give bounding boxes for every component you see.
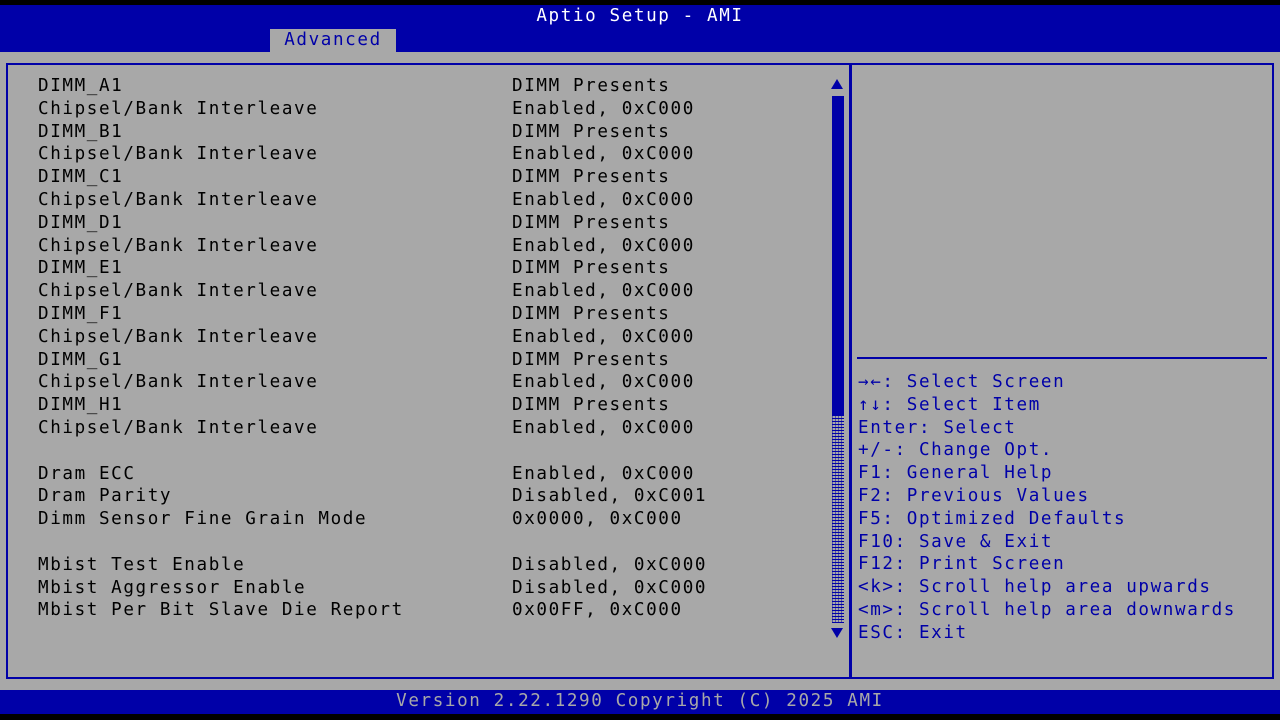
setting-row-dimm-e1[interactable]: DIMM_E1 DIMM Presents (38, 257, 828, 280)
setting-row-interleave-e1[interactable]: Chipsel/Bank Interleave Enabled, 0xC000 (38, 280, 828, 303)
help-list: →←: Select Screen ↑↓: Select Item Enter:… (858, 371, 1268, 645)
help-change-opt: +/-: Change Opt. (858, 440, 1054, 461)
setting-label: Chipsel/Bank Interleave (38, 235, 319, 256)
setting-label: Chipsel/Bank Interleave (38, 372, 319, 393)
setting-label: Dram Parity (38, 486, 173, 507)
setting-value: Enabled, 0xC000 (512, 281, 695, 302)
setting-label: Chipsel/Bank Interleave (38, 98, 319, 119)
setting-row-dram-parity[interactable]: Dram Parity Disabled, 0xC001 (38, 485, 828, 508)
setting-value: DIMM Presents (512, 167, 671, 188)
help-select-item: ↑↓: Select Item (858, 394, 1041, 415)
setting-row-interleave-c1[interactable]: Chipsel/Bank Interleave Enabled, 0xC000 (38, 189, 828, 212)
setting-label: Mbist Aggressor Enable (38, 577, 307, 598)
setting-label: DIMM_G1 (38, 349, 124, 370)
help-previous-values: F2: Previous Values (858, 485, 1090, 506)
help-scroll-down: <m>: Scroll help area downwards (858, 599, 1236, 620)
setting-row-interleave-g1[interactable]: Chipsel/Bank Interleave Enabled, 0xC000 (38, 371, 828, 394)
tab-advanced[interactable]: Advanced (270, 29, 396, 52)
help-divider (857, 357, 1267, 359)
setting-value: Enabled, 0xC000 (512, 326, 695, 347)
setting-value: DIMM Presents (512, 212, 671, 233)
setting-label: DIMM_B1 (38, 121, 124, 142)
setting-value: Disabled, 0xC000 (512, 554, 708, 575)
help-scroll-up: <k>: Scroll help area upwards (858, 577, 1212, 598)
arrow-down-icon[interactable] (831, 628, 843, 638)
setting-value: Enabled, 0xC000 (512, 98, 695, 119)
setting-label: DIMM_H1 (38, 395, 124, 416)
setting-value: Enabled, 0xC000 (512, 189, 695, 210)
setting-value: 0x00FF, 0xC000 (512, 600, 683, 621)
setting-row-dimm-sensor[interactable]: Dimm Sensor Fine Grain Mode 0x0000, 0xC0… (38, 508, 828, 531)
setting-row-mbist-aggressor[interactable]: Mbist Aggressor Enable Disabled, 0xC000 (38, 577, 828, 600)
setting-value: 0x0000, 0xC000 (512, 509, 683, 530)
setting-label: Chipsel/Bank Interleave (38, 189, 319, 210)
setting-value: Disabled, 0xC000 (512, 577, 708, 598)
setting-row-dram-ecc[interactable]: Dram ECC Enabled, 0xC000 (38, 463, 828, 486)
setting-value: Enabled, 0xC000 (512, 417, 695, 438)
setting-row-interleave-b1[interactable]: Chipsel/Bank Interleave Enabled, 0xC000 (38, 143, 828, 166)
help-save-exit: F10: Save & Exit (858, 531, 1054, 552)
setting-row-interleave-a1[interactable]: Chipsel/Bank Interleave Enabled, 0xC000 (38, 98, 828, 121)
setting-row-dimm-a1[interactable]: DIMM_A1 DIMM Presents (38, 75, 828, 98)
setting-value: DIMM Presents (512, 349, 671, 370)
help-select-screen: →←: Select Screen (858, 372, 1066, 392)
setting-row-mbist-test[interactable]: Mbist Test Enable Disabled, 0xC000 (38, 554, 828, 577)
setting-value: DIMM Presents (512, 395, 671, 416)
setting-row-dimm-g1[interactable]: DIMM_G1 DIMM Presents (38, 349, 828, 372)
settings-list: DIMM_A1 DIMM Presents Chipsel/Bank Inter… (38, 75, 828, 622)
bios-screen: Aptio Setup - AMI Advanced DIMM_A1 DIMM … (0, 0, 1280, 720)
setting-label: DIMM_A1 (38, 76, 124, 96)
setting-value: DIMM Presents (512, 121, 671, 142)
footer-version: Version 2.22.1290 Copyright (C) 2025 AMI (396, 691, 884, 711)
setting-value: DIMM Presents (512, 303, 671, 324)
setting-label: Mbist Per Bit Slave Die Report (38, 600, 404, 621)
help-optimized-defaults: F5: Optimized Defaults (858, 508, 1127, 529)
panel-divider (849, 63, 852, 679)
setting-value: DIMM Presents (512, 76, 671, 96)
setting-label: Dram ECC (38, 463, 136, 484)
setting-value: Disabled, 0xC001 (512, 486, 708, 507)
arrow-up-icon[interactable] (831, 79, 843, 89)
setting-row-interleave-d1[interactable]: Chipsel/Bank Interleave Enabled, 0xC000 (38, 235, 828, 258)
setting-label: DIMM_C1 (38, 167, 124, 188)
setting-label: Chipsel/Bank Interleave (38, 144, 319, 165)
app-title: Aptio Setup - AMI (536, 6, 744, 26)
setting-label: DIMM_D1 (38, 212, 124, 233)
setting-label: Chipsel/Bank Interleave (38, 326, 319, 347)
setting-value: DIMM Presents (512, 258, 671, 279)
setting-row-interleave-h1[interactable]: Chipsel/Bank Interleave Enabled, 0xC000 (38, 417, 828, 440)
setting-value: Enabled, 0xC000 (512, 463, 695, 484)
setting-label: Chipsel/Bank Interleave (38, 281, 319, 302)
setting-row-dimm-c1[interactable]: DIMM_C1 DIMM Presents (38, 166, 828, 189)
setting-row-mbist-per-bit[interactable]: Mbist Per Bit Slave Die Report 0x00FF, 0… (38, 599, 828, 622)
help-esc-exit: ESC: Exit (858, 622, 968, 643)
setting-value: Enabled, 0xC000 (512, 144, 695, 165)
setting-row-dimm-f1[interactable]: DIMM_F1 DIMM Presents (38, 303, 828, 326)
setting-label: DIMM_E1 (38, 258, 124, 279)
setting-label: Mbist Test Enable (38, 554, 246, 575)
setting-row-interleave-f1[interactable]: Chipsel/Bank Interleave Enabled, 0xC000 (38, 326, 828, 349)
setting-row-dimm-b1[interactable]: DIMM_B1 DIMM Presents (38, 121, 828, 144)
setting-row-dimm-d1[interactable]: DIMM_D1 DIMM Presents (38, 212, 828, 235)
setting-label: DIMM_F1 (38, 303, 124, 324)
setting-value: Enabled, 0xC000 (512, 235, 695, 256)
help-enter-select: Enter: Select (858, 417, 1017, 438)
setting-value: Enabled, 0xC000 (512, 372, 695, 393)
help-print-screen: F12: Print Screen (858, 554, 1066, 575)
help-general-help: F1: General Help (858, 463, 1054, 484)
setting-label: Dimm Sensor Fine Grain Mode (38, 509, 368, 530)
setting-row-dimm-h1[interactable]: DIMM_H1 DIMM Presents (38, 394, 828, 417)
scrollbar-thumb[interactable] (832, 96, 844, 416)
setting-label: Chipsel/Bank Interleave (38, 417, 319, 438)
